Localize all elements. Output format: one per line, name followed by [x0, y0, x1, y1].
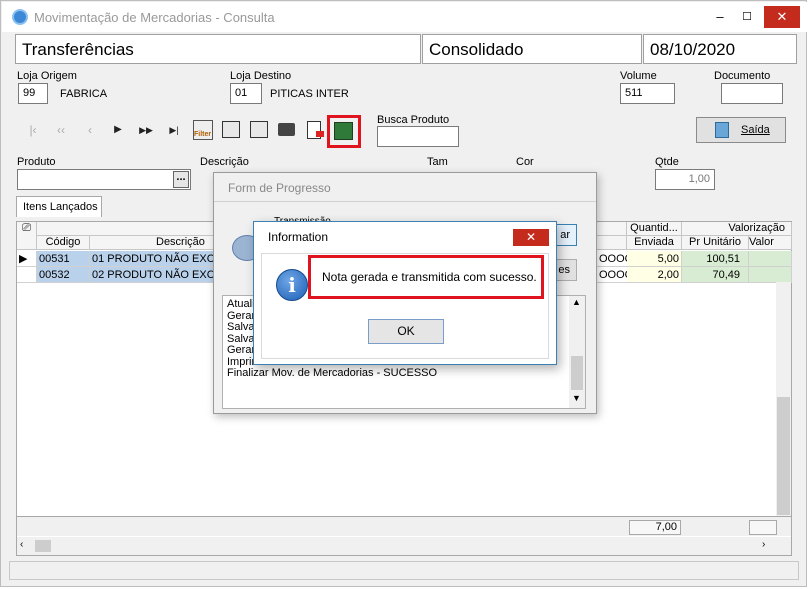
row-indicator: ▶ [17, 251, 37, 267]
cor-label: Cor [516, 156, 534, 168]
busca-produto-field[interactable] [377, 126, 459, 147]
header-quantidade-group: Quantid... [627, 222, 682, 236]
information-dialog: Information ✕ i Nota gerada e transmitid… [253, 221, 557, 365]
info-message: Nota gerada e transmitida com sucesso. [322, 270, 537, 284]
table-row-valor[interactable] [749, 251, 792, 267]
export-icon[interactable] [250, 121, 268, 138]
loja-destino-code-field[interactable]: 01 [230, 83, 262, 104]
minimize-button[interactable]: – [710, 7, 730, 27]
prev-record-button[interactable]: ‹ [81, 121, 99, 139]
saida-label: Saída [741, 124, 770, 136]
log-line: Finalizar Mov. de Mercadorias - SUCESSO [227, 367, 438, 379]
log-scrollbar[interactable]: ▲ ▼ [569, 296, 585, 408]
status-bar [9, 561, 799, 580]
print-icon[interactable] [278, 123, 295, 136]
title-bar: Movimentação de Mercadorias - Consulta –… [2, 2, 807, 32]
grid-icon[interactable] [222, 121, 240, 138]
log-scroll-thumb[interactable] [571, 356, 583, 390]
app-icon [12, 9, 28, 25]
filter-icon-label: Filter [194, 131, 212, 138]
produto-lookup-button[interactable]: ... [173, 171, 189, 188]
filter-button[interactable]: Filter [193, 120, 213, 140]
volume-label: Volume [620, 70, 657, 82]
header-pr-unitario[interactable]: Pr Unitário [682, 236, 749, 250]
scroll-left-icon[interactable]: ‹ [20, 539, 23, 550]
table-row-ref: OOOO [597, 251, 627, 267]
progress-title: Form de Progresso [228, 181, 331, 195]
main-window: Movimentação de Mercadorias - Consulta –… [0, 0, 807, 587]
movement-type: Transferências [15, 34, 421, 64]
loja-origem-code-field[interactable]: 99 [18, 83, 48, 104]
table-row-pr-unitario[interactable]: 100,51 [682, 251, 749, 267]
movement-status: Consolidado [422, 34, 642, 64]
table-row-pr-unitario[interactable]: 70,49 [682, 267, 749, 283]
tam-label: Tam [427, 156, 448, 168]
log-scroll-up-icon[interactable]: ▲ [572, 297, 581, 307]
loja-origem-name: FABRICA [60, 88, 108, 100]
header-codigo[interactable]: Código [37, 236, 90, 250]
busca-produto-label: Busca Produto [377, 114, 450, 126]
next-page-button[interactable]: ▶▶ [137, 121, 155, 139]
window-title: Movimentação de Mercadorias - Consulta [34, 10, 275, 25]
grid-vertical-scrollbar[interactable] [776, 282, 791, 516]
header-valorizacao-group: Valorização [682, 222, 792, 236]
row-selector-header: ⎚ [17, 222, 37, 250]
table-row-enviada[interactable]: 2,00 [627, 267, 682, 283]
table-row-valor[interactable] [749, 267, 792, 283]
header-enviada[interactable]: Enviada [627, 236, 682, 250]
saida-button[interactable]: Saída [696, 117, 786, 143]
qtde-field[interactable]: 1,00 [655, 169, 715, 190]
first-record-button[interactable]: |‹ [24, 121, 42, 139]
descricao-label: Descrição [200, 156, 249, 168]
log-scroll-down-icon[interactable]: ▼ [572, 393, 581, 403]
prev-page-button[interactable]: ‹‹ [52, 121, 70, 139]
documento-label: Documento [714, 70, 771, 82]
loja-origem-label: Loja Origem [17, 70, 77, 82]
grid-horizontal-scrollbar[interactable]: ‹ › [17, 537, 791, 555]
last-record-button[interactable]: ▶| [165, 121, 183, 139]
info-close-button[interactable]: ✕ [513, 229, 549, 246]
grid-scroll-thumb[interactable] [777, 397, 790, 515]
info-title: Information [268, 230, 329, 244]
information-icon: i [276, 269, 308, 301]
close-button[interactable]: ✕ [764, 6, 800, 28]
documento-field[interactable] [721, 83, 783, 104]
produto-label: Produto [17, 156, 56, 168]
total-enviada: 7,00 [629, 520, 681, 535]
tab-label: Itens Lançados [23, 201, 98, 213]
header-valor[interactable]: Valor [749, 236, 792, 250]
maximize-button[interactable]: ☐ [737, 7, 757, 27]
table-row-enviada[interactable]: 5,00 [627, 251, 682, 267]
loja-destino-name: PITICAS INTER [270, 88, 349, 100]
document-icon[interactable] [307, 121, 324, 139]
next-record-button[interactable]: ▶ [109, 121, 127, 139]
exit-door-icon [715, 122, 729, 138]
info-body: i Nota gerada e transmitida com sucesso.… [261, 253, 549, 359]
row-indicator-empty [17, 267, 37, 283]
produto-field[interactable] [17, 169, 191, 190]
total-valor [749, 520, 777, 535]
qtde-label: Qtde [655, 156, 679, 168]
scroll-right-icon[interactable]: › [762, 539, 765, 550]
movement-date: 08/10/2020 [643, 34, 797, 64]
tab-itens-lancados[interactable]: Itens Lançados [16, 196, 102, 217]
red-arrow-icon [316, 131, 324, 137]
loja-destino-label: Loja Destino [230, 70, 292, 82]
grid-footer: 7,00 [17, 516, 791, 536]
table-row-ref: OOOO [597, 267, 627, 283]
grid-hscroll-thumb[interactable] [35, 540, 51, 552]
table-row-codigo[interactable]: 00532 [37, 267, 90, 283]
ok-button[interactable]: OK [368, 319, 444, 344]
volume-field[interactable]: 511 [620, 83, 675, 104]
transmit-nf-icon[interactable] [334, 122, 353, 140]
table-row-codigo[interactable]: 00531 [37, 251, 90, 267]
